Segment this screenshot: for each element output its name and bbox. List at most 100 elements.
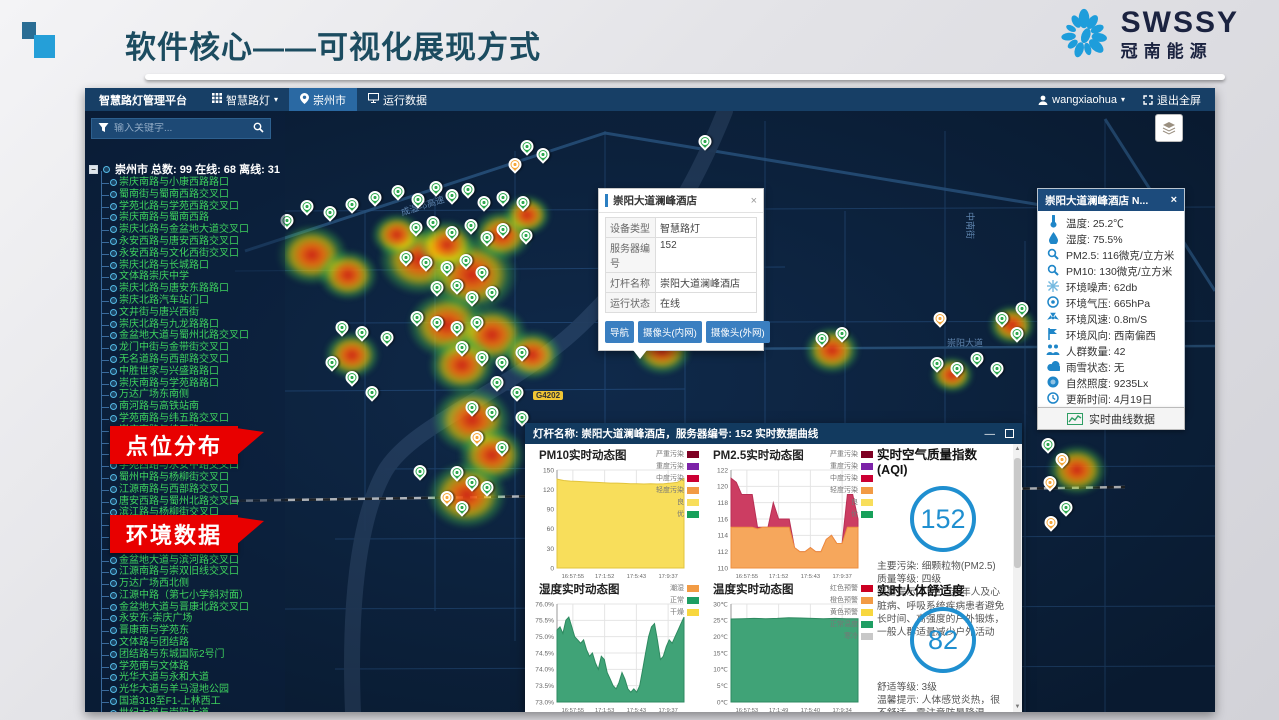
streetlight-marker-pin[interactable] (407, 218, 425, 236)
streetlight-marker-pin[interactable] (478, 228, 496, 246)
streetlight-marker-pin[interactable] (428, 313, 446, 331)
close-icon[interactable]: × (751, 195, 757, 207)
nav-item-1[interactable]: 崇州市 (289, 88, 357, 111)
streetlight-marker-pin[interactable] (508, 383, 526, 401)
tree-item[interactable]: 国道318至F1-上林西工 (89, 696, 389, 708)
popup-action-button-2[interactable]: 摄像头(外网) (706, 321, 770, 343)
streetlight-marker-pin[interactable] (1042, 513, 1060, 531)
streetlight-marker-pin[interactable] (1053, 450, 1071, 468)
close-icon[interactable]: × (1171, 194, 1177, 206)
tree-item[interactable]: 江源中路（第七小学斜对面） (89, 590, 389, 602)
streetlight-marker-pin[interactable] (409, 190, 427, 208)
tree-item[interactable]: 江源南路与西部路交叉口 (89, 484, 389, 496)
scrollbar-thumb[interactable] (1014, 458, 1021, 568)
tree-item[interactable]: 崇庆北路与长城路口 (89, 260, 389, 272)
tree-item[interactable]: 崇庆北路汽车站门口 (89, 295, 389, 307)
panel-scrollbar[interactable]: ▲ ▼ (1013, 444, 1022, 712)
streetlight-marker-pin[interactable] (448, 318, 466, 336)
tree-item[interactable]: 学苑南路与纬五路交叉口 (89, 413, 389, 425)
tree-item[interactable]: 崇庆南路与学苑路路口 (89, 378, 389, 390)
streetlight-marker-pin[interactable] (468, 428, 486, 446)
tree-item[interactable]: 无名道路与西部路交叉口 (89, 354, 389, 366)
streetlight-marker-pin[interactable] (493, 438, 511, 456)
minimize-icon[interactable]: — (985, 428, 996, 440)
streetlight-marker-pin[interactable] (988, 359, 1006, 377)
streetlight-marker-pin[interactable] (438, 258, 456, 276)
streetlight-marker-pin[interactable] (408, 308, 426, 326)
search-icon[interactable] (246, 120, 270, 138)
streetlight-marker-pin[interactable] (494, 220, 512, 238)
streetlight-marker-pin[interactable] (427, 178, 445, 196)
tree-item[interactable]: 金盆地大道与滨河路交叉口 (89, 555, 389, 567)
streetlight-marker-pin[interactable] (493, 353, 511, 371)
streetlight-marker-pin[interactable] (813, 329, 831, 347)
nav-item-2[interactable]: 运行数据 (357, 88, 438, 111)
streetlight-marker-pin[interactable] (483, 283, 501, 301)
streetlight-marker-pin[interactable] (1013, 299, 1031, 317)
tree-item[interactable]: 万达广场西北侧 (89, 578, 389, 590)
filter-icon[interactable] (92, 120, 114, 138)
scroll-down-icon[interactable]: ▼ (1013, 704, 1022, 710)
map-layers-button[interactable] (1155, 114, 1183, 142)
tree-item[interactable]: 永安西路与唐安西路交叉口 (89, 236, 389, 248)
streetlight-marker-pin[interactable] (453, 498, 471, 516)
expand-icon[interactable] (1005, 429, 1014, 438)
tree-item[interactable]: 晋康南与学苑东 (89, 625, 389, 637)
tree-item[interactable]: 光华大道与羊马湿地公园 (89, 684, 389, 696)
tree-item[interactable]: 文体路崇庆中学 (89, 271, 389, 283)
streetlight-marker-pin[interactable] (462, 216, 480, 234)
tree-item[interactable]: 永安西路与文化西街交叉口 (89, 248, 389, 260)
streetlight-marker-pin[interactable] (438, 488, 456, 506)
streetlight-marker-pin[interactable] (488, 373, 506, 391)
streetlight-marker-pin[interactable] (443, 186, 461, 204)
tree-item[interactable]: 崇庆北路与金盆地大道交叉口 (89, 224, 389, 236)
tree-item[interactable]: 文体路与团结路 (89, 637, 389, 649)
streetlight-marker-pin[interactable] (478, 478, 496, 496)
streetlight-marker-pin[interactable] (448, 276, 466, 294)
streetlight-marker-pin[interactable] (468, 313, 486, 331)
tree-item[interactable]: 南河路与高铁站南 (89, 401, 389, 413)
streetlight-marker-pin[interactable] (968, 349, 986, 367)
streetlight-marker-pin[interactable] (453, 338, 471, 356)
streetlight-marker-pin[interactable] (417, 253, 435, 271)
streetlight-marker-pin[interactable] (463, 288, 481, 306)
streetlight-marker-pin[interactable] (931, 309, 949, 327)
nav-item-0[interactable]: 智慧路灯▾ (201, 88, 289, 111)
exit-fullscreen-button[interactable]: 退出全屏 (1143, 92, 1201, 108)
streetlight-marker-pin[interactable] (993, 309, 1011, 327)
streetlight-marker-pin[interactable] (696, 132, 714, 150)
streetlight-marker-pin[interactable] (833, 324, 851, 342)
streetlight-marker-pin[interactable] (1008, 324, 1026, 342)
tree-item[interactable]: 龙门中街与金带街交叉口 (89, 342, 389, 354)
streetlight-marker-pin[interactable] (424, 213, 442, 231)
streetlight-marker-pin[interactable] (513, 343, 531, 361)
streetlight-marker-pin[interactable] (506, 155, 524, 173)
realtime-curve-button[interactable]: 实时曲线数据 (1037, 407, 1185, 430)
streetlight-marker-pin[interactable] (517, 226, 535, 244)
streetlight-marker-pin[interactable] (475, 193, 493, 211)
streetlight-marker-pin[interactable] (463, 473, 481, 491)
streetlight-marker-pin[interactable] (1057, 498, 1075, 516)
popup-action-button-1[interactable]: 摄像头(内网) (638, 321, 702, 343)
search-input[interactable] (114, 123, 246, 134)
tree-item[interactable]: 蜀南街与蜀南西路交叉口 (89, 189, 389, 201)
streetlight-marker-pin[interactable] (428, 278, 446, 296)
tree-item[interactable]: 唐安西路与蜀州北路交叉口 (89, 496, 389, 508)
map-canvas[interactable]: 成温邛高速成温邛高速崇阳大道崇阳大道中南街G4202 (85, 111, 1215, 712)
streetlight-marker-pin[interactable] (948, 359, 966, 377)
tree-item[interactable]: 光华大道与永和大道 (89, 672, 389, 684)
streetlight-marker-pin[interactable] (534, 145, 552, 163)
streetlight-marker-pin[interactable] (514, 193, 532, 211)
tree-item[interactable]: 万达广场东南侧 (89, 389, 389, 401)
streetlight-marker-pin[interactable] (459, 180, 477, 198)
streetlight-marker-pin[interactable] (473, 348, 491, 366)
tree-item[interactable]: 崇庆南路与小康西路路口 (89, 177, 389, 189)
streetlight-marker-pin[interactable] (1039, 435, 1057, 453)
tree-item[interactable]: 世纪大道与崇阳大道 (89, 708, 389, 712)
streetlight-marker-pin[interactable] (1041, 473, 1059, 491)
scroll-up-icon[interactable]: ▲ (1013, 446, 1022, 452)
tree-item[interactable]: 金盆地大道与蜀州北路交叉口 (89, 330, 389, 342)
tree-item[interactable]: 崇庆南路与蜀南西路 (89, 212, 389, 224)
streetlight-marker-pin[interactable] (448, 463, 466, 481)
tree-item[interactable]: 蜀州中路与杨柳街交叉口 (89, 472, 389, 484)
